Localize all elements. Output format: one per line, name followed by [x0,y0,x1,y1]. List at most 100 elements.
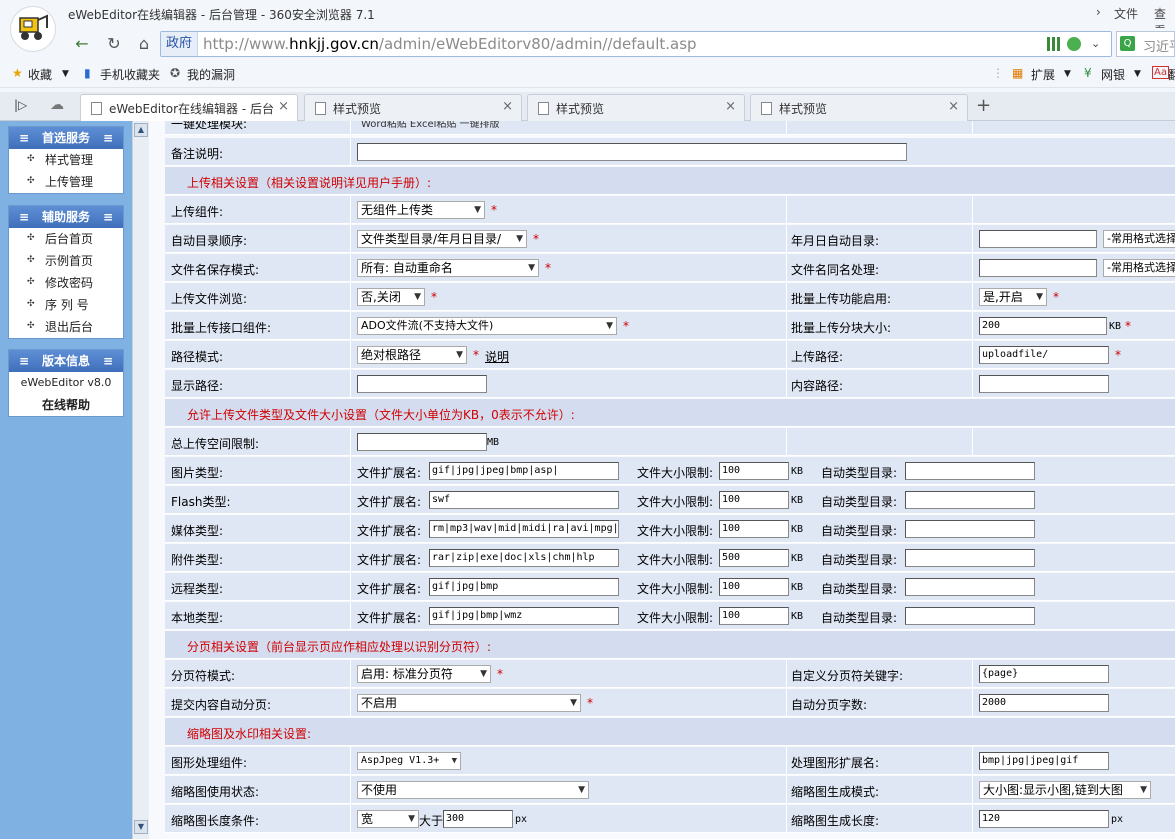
section-thumbnail-header: 缩略图及水印相关设置: [165,718,1175,746]
home-icon[interactable]: ⌂ [134,34,154,54]
sidebar-item-upload-manage[interactable]: ✣ 上传管理 [9,171,123,193]
date-dir-input[interactable] [979,230,1097,248]
remote-size-input[interactable]: 100 [719,578,789,596]
thumb-state-select[interactable]: 不使用 ▼ [357,781,589,799]
scroll-up-icon[interactable]: ▲ [134,123,148,137]
chunk-size-input[interactable]: 200 [979,317,1107,335]
filename-mode-select[interactable]: 所有: 自动重命名 ▼ [357,259,539,277]
media-dir-input[interactable] [905,520,1035,538]
local-dir-input[interactable] [905,607,1035,625]
auto-page-words-input[interactable]: 2000 [979,694,1109,712]
remote-ext-input[interactable]: gif|jpg|bmp [429,578,619,596]
chevron-down-icon[interactable]: ▼ [1064,69,1071,79]
browse-select[interactable]: 否,关闭 ▼ [357,288,425,306]
image-size-input[interactable]: 100 [719,462,789,480]
form-row-batch-interface: 批量上传接口组件: ADO文件流(不支持大文件) ▼ * 批量上传分块大小: 20… [165,312,1175,340]
auto-dir-order-select[interactable]: 文件类型目录/年月日目录/▼ [357,230,527,248]
search-engine-icon[interactable]: Q [1120,36,1135,51]
chevron-down-icon[interactable]: ▼ [62,69,69,79]
content-path-input[interactable] [979,375,1109,393]
chevron-down-icon: ▼ [578,785,585,795]
browser-logo-icon[interactable] [10,6,56,52]
scroll-down-icon[interactable]: ▼ [134,820,148,834]
tab-style-preview-3[interactable]: 样式预览 × [750,94,968,121]
sidebar-item-change-password[interactable]: ✣ 修改密码 [9,272,123,294]
sidebar-item-admin-home[interactable]: ✣ 后台首页 [9,228,123,250]
close-icon[interactable]: × [275,99,289,114]
attachment-size-input[interactable]: 500 [719,549,789,567]
close-icon[interactable]: × [502,99,513,114]
tab-style-preview-1[interactable]: 样式预览 × [304,94,522,121]
sidebar-toggle-icon[interactable]: |▷ [14,98,27,112]
bullet-icon: ✣ [27,321,35,331]
image-component-select[interactable]: AspJpeg V1.3+ ▼ [357,752,461,770]
file-menu[interactable]: 文件 [1114,5,1138,22]
tab-ewebeditor[interactable]: eWebEditor在线编辑器 - 后台 × [80,94,298,122]
path-mode-help-link[interactable]: 说明 [485,348,509,365]
attachment-dir-input[interactable] [905,549,1035,567]
batch-interface-select[interactable]: ADO文件流(不支持大文件) ▼ [357,317,617,335]
form-row-type-local: 本地类型: 文件扩展名: gif|jpg|bmp|wmz 文件大小限制: 100… [165,602,1175,630]
flash-ext-input[interactable]: swf [429,491,619,509]
my-vulnerabilities[interactable]: 我的漏洞 [187,66,235,83]
favorites-collect[interactable]: 收藏 [28,66,52,83]
translate-icon[interactable]: Aa [1152,66,1169,79]
path-mode-select[interactable]: 绝对根路径 ▼ [357,346,467,364]
total-limit-input[interactable] [357,433,487,451]
local-size-input[interactable]: 100 [719,607,789,625]
media-size-input[interactable]: 100 [719,520,789,538]
date-format-select[interactable]: -常用格式选择 [1103,230,1175,248]
new-tab-icon[interactable]: + [976,95,991,116]
sidebar-item-logout[interactable]: ✣ 退出后台 [9,316,123,338]
chevron-down-icon[interactable]: ▼ [1134,69,1141,79]
flash-dir-input[interactable] [905,491,1035,509]
version-panel: ≡ 版本信息 ≡ eWebEditor v8.0 在线帮助 [8,349,124,417]
address-input[interactable]: 政府 http://www.hnkjj.gov.cn/admin/eWebEdi… [160,31,1112,57]
refresh-icon[interactable]: ↻ [104,34,124,54]
upload-path-input[interactable]: uploadfile/ [979,346,1109,364]
auto-page-select[interactable]: 不启用 ▼ [357,694,581,712]
back-icon[interactable]: ← [72,34,92,54]
tab-style-preview-2[interactable]: 样式预览 × [527,94,745,121]
thumb-dimension-select[interactable]: 宽 ▼ [357,810,419,828]
window-title: eWebEditor在线编辑器 - 后台管理 - 360安全浏览器 7.1 [68,8,375,22]
same-name-format-select[interactable]: -常用格式选择 [1103,259,1175,277]
show-path-input[interactable] [357,375,487,393]
page-mode-select[interactable]: 启用: 标准分页符 ▼ [357,665,491,683]
mobile-favorites[interactable]: 手机收藏夹 [100,66,160,83]
search-box[interactable]: Q 习近平 [1116,31,1175,57]
sidebar-scrollbar[interactable]: ▲ ▼ [132,121,149,839]
translate-label[interactable]: 翻 [1168,66,1175,83]
same-name-input[interactable] [979,259,1097,277]
close-icon[interactable]: × [948,99,959,114]
flash-size-input[interactable]: 100 [719,491,789,509]
image-dir-input[interactable] [905,462,1035,480]
image-ext-process-input[interactable]: bmp|jpg|jpeg|gif [979,752,1109,770]
online-bank-button[interactable]: 网银 [1101,66,1125,83]
batch-enable-select[interactable]: 是,开启 ▼ [979,288,1047,306]
thumb-length-input[interactable]: 120 [979,810,1109,828]
thumb-mode-select[interactable]: 大小图:显示小图,链到大图 ▼ [979,781,1151,799]
page-keyword-input[interactable]: {page} [979,665,1109,683]
media-ext-input[interactable]: rm|mp3|wav|mid|midi|ra|avi|mpg|mpeg [429,520,619,538]
chevron-right-icon[interactable]: › [1096,5,1101,19]
close-icon[interactable]: × [725,99,736,114]
leaf-icon[interactable] [1067,37,1081,51]
cloud-icon[interactable]: ☁ [50,97,64,113]
extensions-button[interactable]: 扩展 [1031,66,1055,83]
title-bar: eWebEditor在线编辑器 - 后台管理 - 360安全浏览器 7.1 › … [0,0,1175,38]
attachment-ext-input[interactable]: rar|zip|exe|doc|xls|chm|hlp [429,549,619,567]
remote-dir-input[interactable] [905,578,1035,596]
sidebar-item-demo-home[interactable]: ✣ 示例首页 [9,250,123,272]
pref-service-panel: ≡ 首选服务 ≡ ✣ 样式管理 ✣ 上传管理 [8,126,124,194]
upload-component-select[interactable]: 无组件上传类 ▼ [357,201,485,219]
online-help-link[interactable]: 在线帮助 [9,394,123,416]
sidebar-item-style-manage[interactable]: ✣ 样式管理 [9,149,123,171]
thumb-threshold-input[interactable]: 300 [443,810,513,828]
local-ext-input[interactable]: gif|jpg|bmp|wmz [429,607,619,625]
image-ext-input[interactable]: gif|jpg|jpeg|bmp|asp| [429,462,619,480]
remark-input[interactable] [357,143,907,161]
chevron-down-icon[interactable]: ⌄ [1091,37,1105,51]
sidebar-item-serial[interactable]: ✣ 序 列 号 [9,294,123,316]
qr-code-icon[interactable] [1047,37,1061,51]
